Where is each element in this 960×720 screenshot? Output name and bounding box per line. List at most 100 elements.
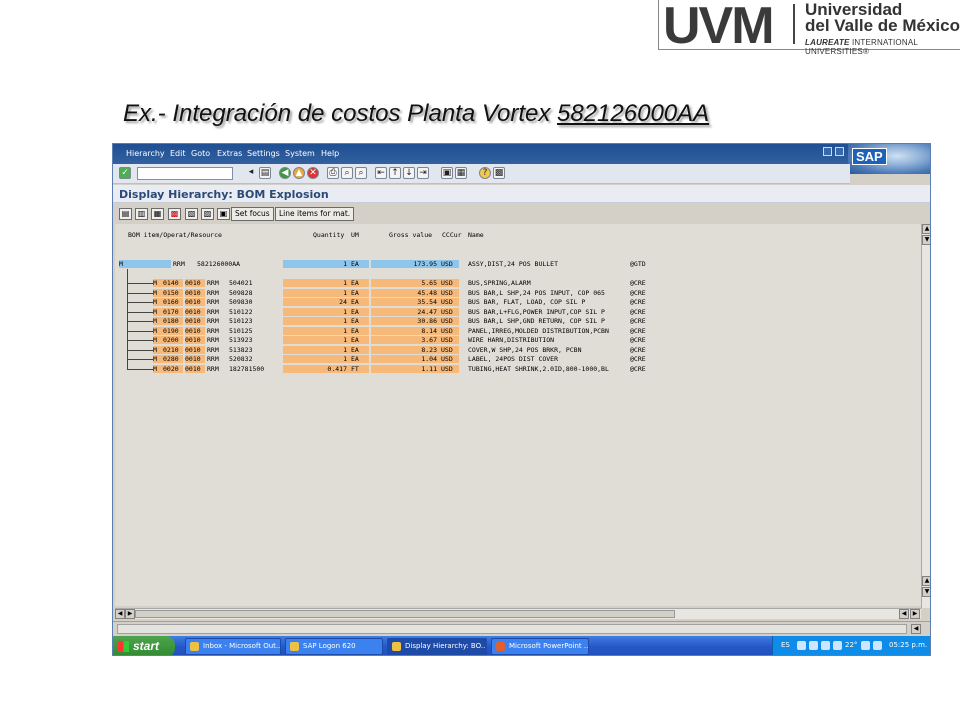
horizontal-scroll-thumb[interactable] <box>135 610 675 618</box>
row-item: 0190 <box>163 327 183 335</box>
row-flag: @CRE <box>630 355 646 363</box>
next-page-icon[interactable]: ↓ <box>403 167 415 179</box>
scroll-down-icon[interactable]: ▼ <box>922 587 930 597</box>
back-icon[interactable]: ◀ <box>279 167 291 179</box>
row-flag: @CRE <box>630 279 646 287</box>
task-outlook[interactable]: Inbox - Microsoft Out... <box>185 638 281 655</box>
cost-icon[interactable]: ▩ <box>168 208 181 220</box>
col-header-quantity: Quantity <box>313 231 345 239</box>
scroll-up-page-icon[interactable]: ▲ <box>922 576 930 586</box>
expand-icon[interactable]: ▤ <box>119 208 132 220</box>
detail-icon[interactable]: ▦ <box>151 208 164 220</box>
row-material: 520832 <box>229 355 253 363</box>
task-powerpoint[interactable]: Microsoft PowerPoint ... <box>491 638 589 655</box>
set-focus-button[interactable]: Set focus <box>231 207 274 221</box>
menu-help[interactable]: Help <box>321 149 339 158</box>
row-gross-value: 45.48 <box>371 289 437 297</box>
row-operation: 0010 <box>185 365 205 373</box>
bluetooth-tray-icon[interactable] <box>809 641 818 650</box>
row-name: WIRE HARN,DISTRIBUTION <box>468 336 555 344</box>
maximize-icon[interactable] <box>835 147 844 156</box>
row-material: 513923 <box>229 336 253 344</box>
layout-menu-icon[interactable]: ▩ <box>493 167 505 179</box>
row-um: EA <box>347 289 369 297</box>
history-arrow-icon[interactable]: ◂ <box>245 167 257 179</box>
scroll-left-icon[interactable]: ◀ <box>115 609 125 619</box>
previous-page-icon[interactable]: ↑ <box>389 167 401 179</box>
sync-tray-icon[interactable] <box>833 641 842 650</box>
menu-system[interactable]: System <box>285 149 315 158</box>
row-um: EA <box>347 355 369 363</box>
line-items-button[interactable]: Line items for mat. <box>275 207 355 221</box>
cancel-icon[interactable]: ✕ <box>307 167 319 179</box>
task-sap-logon[interactable]: SAP Logon 620 <box>285 638 383 655</box>
row-operation: 0010 <box>185 317 205 325</box>
exit-icon[interactable]: ▲ <box>293 167 305 179</box>
shortcut-icon[interactable]: ▦ <box>455 167 467 179</box>
help-icon[interactable]: ? <box>479 167 491 179</box>
row-operation: 0010 <box>185 336 205 344</box>
row-material: 510125 <box>229 327 253 335</box>
find-icon[interactable]: ⌕ <box>341 167 353 179</box>
row-operation: 0010 <box>185 346 205 354</box>
volume-tray-icon[interactable] <box>861 641 870 650</box>
tree-branch <box>127 340 153 341</box>
status-toggle-icon[interactable]: ◀ <box>911 624 921 634</box>
minimize-icon[interactable] <box>823 147 832 156</box>
command-field[interactable] <box>137 167 233 180</box>
row-gross-value: 5.65 <box>371 279 437 287</box>
language-indicator[interactable]: ES <box>781 641 790 649</box>
row-currency: USD <box>437 346 459 354</box>
row-name: BUS BAR,L SHP,24 POS INPUT, COP 065 <box>468 289 605 297</box>
task-display-hierarchy[interactable]: Display Hierarchy: BO... <box>387 638 487 655</box>
save-icon[interactable]: ▤ <box>259 167 271 179</box>
filter-icon[interactable]: ▧ <box>185 208 198 220</box>
logo-divider <box>793 4 795 44</box>
last-page-icon[interactable]: ⇥ <box>417 167 429 179</box>
scroll-right-icon[interactable]: ▶ <box>910 609 920 619</box>
temperature-indicator[interactable]: 22° <box>845 641 857 649</box>
row-quantity: 1 <box>283 289 347 297</box>
print-icon[interactable]: ⎙ <box>327 167 339 179</box>
vertical-scrollbar[interactable]: ▲ ▼ ▲ ▼ <box>921 224 930 608</box>
row-quantity: 1 <box>283 355 347 363</box>
scroll-up-icon[interactable]: ▲ <box>922 224 930 234</box>
row-operation: 0010 <box>185 289 205 297</box>
col-header-ccur: CCCur <box>442 231 462 239</box>
first-page-icon[interactable]: ⇤ <box>375 167 387 179</box>
row-type: M <box>153 365 163 373</box>
collapse-icon[interactable]: ▥ <box>135 208 148 220</box>
menu-settings[interactable]: Settings <box>247 149 280 158</box>
print-list-icon[interactable]: ▨ <box>201 208 214 220</box>
menu-edit[interactable]: Edit <box>170 149 186 158</box>
scroll-down-page-icon[interactable]: ▼ <box>922 235 930 245</box>
sap-window: Hierarchy Edit Goto Extras Settings Syst… <box>112 143 931 656</box>
layout-icon[interactable]: ▣ <box>217 208 230 220</box>
scroll-left-end-icon[interactable]: ◀ <box>899 609 909 619</box>
root-um: EA <box>347 260 369 268</box>
menu-hierarchy[interactable]: Hierarchy <box>126 149 165 158</box>
new-session-icon[interactable]: ▣ <box>441 167 453 179</box>
start-button[interactable]: start <box>113 636 175 655</box>
screen-title-bar: Display Hierarchy: BOM Explosion <box>113 185 930 203</box>
network-tray-icon[interactable] <box>821 641 830 650</box>
enter-icon[interactable]: ✓ <box>119 167 131 179</box>
row-currency: USD <box>437 279 459 287</box>
uvm-logo-mark: UVM <box>663 0 775 55</box>
screen-title: Display Hierarchy: BOM Explosion <box>119 188 329 201</box>
status-message-field <box>117 624 907 634</box>
horizontal-scrollbar[interactable]: ◀ ▶ ◀ ▶ <box>115 608 921 619</box>
root-material: 582126000AA <box>197 260 241 268</box>
row-material: 182781500 <box>229 365 265 373</box>
row-quantity: 1 <box>283 308 347 316</box>
help-tray-icon[interactable] <box>797 641 806 650</box>
row-gross-value: 3.67 <box>371 336 437 344</box>
menu-extras[interactable]: Extras <box>217 149 242 158</box>
scroll-right-small-icon[interactable]: ▶ <box>125 609 135 619</box>
clock[interactable]: 05:25 p.m. <box>889 641 927 649</box>
row-gross-value: 35.54 <box>371 298 437 306</box>
row-gross-value: 8.23 <box>371 346 437 354</box>
find-next-icon[interactable]: ⌕ <box>355 167 367 179</box>
menu-goto[interactable]: Goto <box>191 149 210 158</box>
security-tray-icon[interactable] <box>873 641 882 650</box>
